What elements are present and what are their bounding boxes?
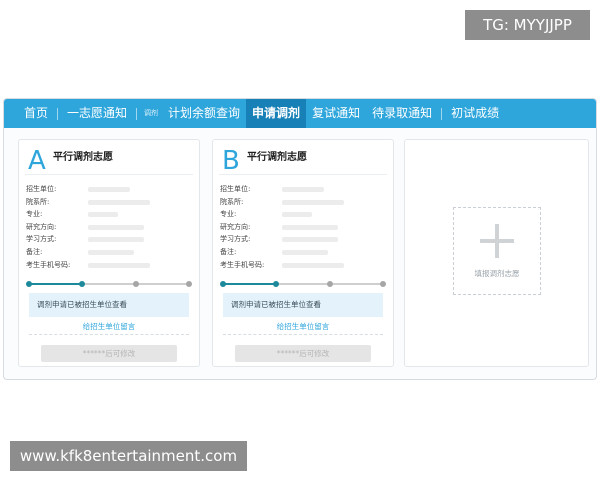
value-placeholder bbox=[88, 224, 144, 230]
progress-step-dot bbox=[380, 281, 386, 287]
field-label: 院系所: bbox=[26, 197, 50, 206]
nav-separator bbox=[57, 107, 59, 120]
progress-step-dot bbox=[132, 281, 139, 287]
value-placeholder bbox=[282, 224, 338, 230]
field-row: 备注: bbox=[220, 246, 390, 259]
field-row: 院系所: bbox=[26, 196, 196, 209]
nav-separator bbox=[136, 107, 138, 120]
field-label: 研究方向: bbox=[26, 222, 57, 231]
field-label: 院系所: bbox=[220, 197, 244, 206]
nav-pending-admission[interactable]: 待录取通知 bbox=[366, 99, 438, 128]
field-label: 学习方式: bbox=[220, 235, 251, 244]
field-label: 备注: bbox=[26, 247, 43, 256]
status-progress bbox=[220, 281, 386, 287]
application-panel: 首页 一志愿通知 调剂 计划余额查询 申请调剂 复试通知 待录取通知 初试成绩 … bbox=[3, 98, 597, 380]
value-placeholder bbox=[282, 237, 338, 243]
value-placeholder bbox=[88, 212, 118, 218]
url-watermark: www.kfk8entertainment.com bbox=[10, 441, 247, 471]
value-placeholder bbox=[88, 237, 144, 243]
value-placeholder bbox=[88, 187, 130, 192]
field-label: 考生手机号码: bbox=[26, 260, 71, 269]
field-list: 招生单位: 院系所: 专业: 研究方向: 学习方式: 备注: 考生手机号码: bbox=[26, 183, 196, 271]
progress-step-dot bbox=[79, 281, 86, 287]
value-placeholder bbox=[282, 187, 324, 192]
value-placeholder bbox=[88, 199, 150, 205]
add-choice-button[interactable]: 填报调剂志愿 bbox=[453, 207, 541, 295]
field-row: 研究方向: bbox=[220, 221, 390, 234]
message-link[interactable]: 给招生单位留言 bbox=[213, 321, 393, 332]
field-row: 考生手机号码: bbox=[26, 259, 196, 272]
choice-card-a: A 平行调剂志愿 招生单位: 院系所: 专业: 研究方向: 学习方式: 备注: … bbox=[18, 139, 200, 367]
value-placeholder bbox=[282, 249, 328, 255]
card-title: 平行调剂志愿 bbox=[53, 152, 113, 163]
nav-separator bbox=[441, 107, 443, 120]
field-label: 学习方式: bbox=[26, 235, 57, 244]
divider bbox=[223, 334, 383, 335]
field-label: 专业: bbox=[26, 210, 43, 219]
card-letter: A bbox=[28, 146, 46, 176]
viewed-notice: 调剂申请已被招生单位查看 bbox=[223, 293, 383, 317]
card-letter: B bbox=[222, 146, 240, 176]
field-label: 研究方向: bbox=[220, 222, 251, 231]
field-row: 学习方式: bbox=[26, 233, 196, 246]
progress-step-dot bbox=[26, 281, 32, 287]
modify-button[interactable]: ******后可修改 bbox=[235, 345, 371, 362]
field-row: 学习方式: bbox=[220, 233, 390, 246]
field-label: 专业: bbox=[220, 210, 237, 219]
add-choice-label: 填报调剂志愿 bbox=[474, 269, 520, 278]
field-list: 招生单位: 院系所: 专业: 研究方向: 学习方式: 备注: 考生手机号码: bbox=[220, 183, 390, 271]
nav-first-choice-notice[interactable]: 一志愿通知 bbox=[61, 99, 133, 128]
top-nav: 首页 一志愿通知 调剂 计划余额查询 申请调剂 复试通知 待录取通知 初试成绩 bbox=[4, 99, 596, 128]
choice-card-b: B 平行调剂志愿 招生单位: 院系所: 专业: 研究方向: 学习方式: 备注: … bbox=[212, 139, 394, 367]
divider bbox=[29, 334, 189, 335]
field-label: 招生单位: bbox=[26, 185, 57, 193]
field-row: 研究方向: bbox=[26, 221, 196, 234]
progress-step-dot bbox=[186, 281, 192, 287]
value-placeholder bbox=[88, 249, 134, 255]
field-row: 专业: bbox=[220, 208, 390, 221]
field-row: 招生单位: bbox=[26, 183, 196, 196]
field-label: 招生单位: bbox=[220, 185, 251, 193]
nav-apply-adjustment[interactable]: 申请调剂 bbox=[246, 99, 307, 128]
nav-adjust-tag[interactable]: 调剂 bbox=[140, 99, 162, 128]
nav-home[interactable]: 首页 bbox=[18, 99, 54, 128]
field-row: 备注: bbox=[26, 246, 196, 259]
field-row: 考生手机号码: bbox=[220, 259, 390, 272]
modify-button[interactable]: ******后可修改 bbox=[41, 345, 177, 362]
field-row: 院系所: bbox=[220, 196, 390, 209]
value-placeholder bbox=[282, 262, 344, 268]
message-link[interactable]: 给招生单位留言 bbox=[19, 321, 199, 332]
progress-step-dot bbox=[220, 281, 226, 287]
status-progress bbox=[26, 281, 192, 287]
nav-plan-balance[interactable]: 计划余额查询 bbox=[162, 99, 246, 128]
field-label: 备注: bbox=[220, 247, 237, 256]
add-choice-card: 填报调剂志愿 bbox=[404, 139, 589, 367]
tg-watermark: TG: MYYJJPP bbox=[465, 10, 590, 40]
field-row: 招生单位: bbox=[220, 183, 390, 196]
progress-fill bbox=[223, 283, 277, 285]
field-row: 专业: bbox=[26, 208, 196, 221]
progress-step-dot bbox=[273, 281, 280, 287]
card-title: 平行调剂志愿 bbox=[247, 152, 307, 163]
divider bbox=[219, 174, 387, 175]
progress-fill bbox=[29, 283, 83, 285]
field-label: 考生手机号码: bbox=[220, 260, 265, 269]
progress-step-dot bbox=[326, 281, 333, 287]
value-placeholder bbox=[88, 262, 150, 268]
nav-retest-notice[interactable]: 复试通知 bbox=[306, 99, 366, 128]
value-placeholder bbox=[282, 212, 312, 218]
nav-initial-scores[interactable]: 初试成绩 bbox=[445, 99, 505, 128]
viewed-notice: 调剂申请已被招生单位查看 bbox=[29, 293, 189, 317]
value-placeholder bbox=[282, 199, 344, 205]
divider bbox=[25, 174, 193, 175]
